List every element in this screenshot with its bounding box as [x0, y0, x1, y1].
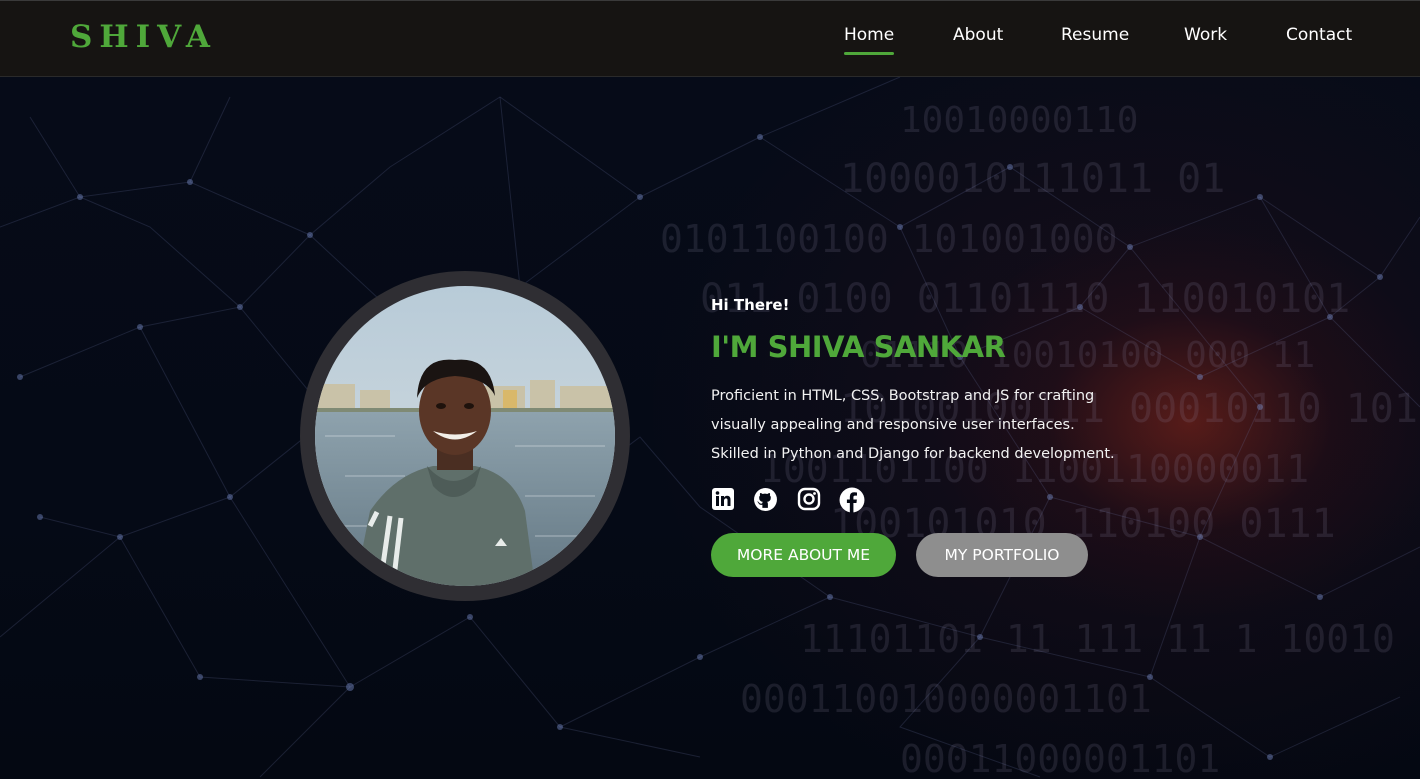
my-portfolio-button[interactable]: MY PORTFOLIO — [916, 533, 1088, 577]
linkedin-icon[interactable] — [711, 487, 735, 511]
binary-row: 10010000110 — [900, 100, 1138, 141]
nav-about[interactable]: About — [953, 25, 1003, 45]
nav-resume[interactable]: Resume — [1061, 25, 1129, 45]
hero-bio: Proficient in HTML, CSS, Bootstrap and J… — [711, 388, 1115, 462]
facebook-icon[interactable] — [839, 487, 865, 513]
brand-logo[interactable]: SHIVA — [70, 19, 217, 55]
binary-row: 011 0100 01101110 110010101 — [700, 276, 1350, 322]
network-background: 10010000110 1000010111011 01 0101100100 … — [0, 77, 1420, 779]
hero-name: I'M SHIVA SANKAR — [711, 330, 1006, 364]
profile-photo-frame — [300, 271, 630, 601]
binary-row: 000110010000001101 — [740, 677, 1152, 721]
github-icon[interactable] — [753, 487, 777, 511]
nav-home[interactable]: Home — [844, 25, 895, 55]
more-about-me-button[interactable]: MORE ABOUT ME — [711, 533, 896, 577]
binary-row: 11101101 11 111 11 1 10010 — [800, 617, 1395, 661]
nav-work[interactable]: Work — [1184, 25, 1227, 45]
nav-contact[interactable]: Contact — [1286, 25, 1352, 45]
binary-row: 00011000001101 — [900, 737, 1220, 779]
binary-row: 0101100100 101001000 — [660, 217, 1118, 261]
instagram-icon[interactable] — [797, 487, 821, 511]
binary-row: 1000010111011 01 — [840, 156, 1225, 202]
navbar: SHIVA Home About Resume Work Contact — [0, 0, 1420, 77]
hero-section: 10010000110 1000010111011 01 0101100100 … — [0, 77, 1420, 779]
profile-photo — [315, 286, 615, 586]
greeting-text: Hi There! — [711, 296, 790, 314]
